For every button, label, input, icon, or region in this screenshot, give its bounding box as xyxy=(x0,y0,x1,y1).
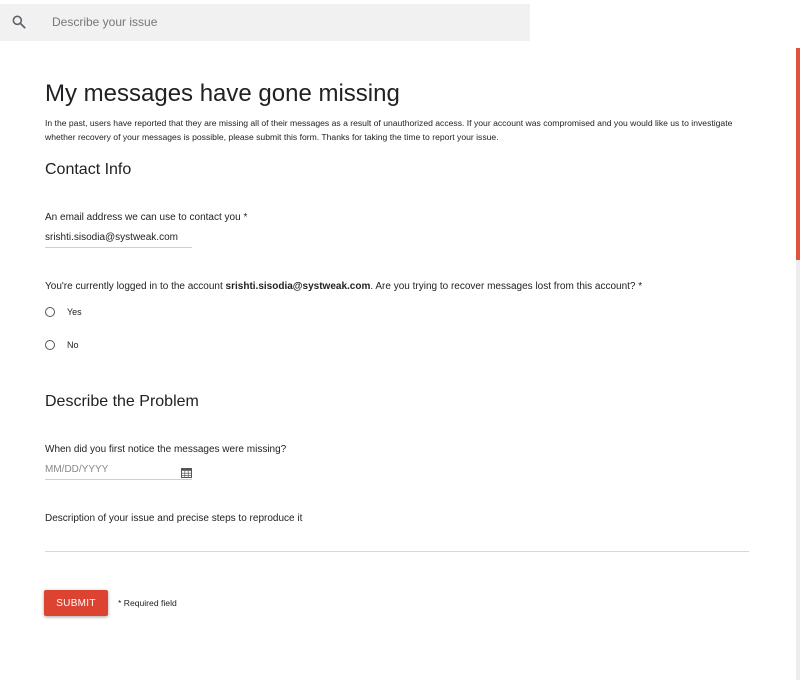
description-label: Description of your issue and precise st… xyxy=(45,513,303,524)
date-field[interactable] xyxy=(45,464,192,480)
radio-button-yes[interactable] xyxy=(45,307,55,317)
calendar-icon[interactable] xyxy=(181,468,192,478)
email-field[interactable] xyxy=(45,232,192,248)
section-title-contact-info: Contact Info xyxy=(45,161,132,178)
account-question: You're currently logged in to the accoun… xyxy=(45,281,642,292)
description-field[interactable] xyxy=(45,535,749,552)
radio-option-yes[interactable]: Yes xyxy=(45,307,82,317)
radio-button-no[interactable] xyxy=(45,340,55,350)
search-bar xyxy=(0,4,530,41)
intro-text: In the past, users have reported that th… xyxy=(45,118,733,142)
account-question-prefix: You're currently logged in to the accoun… xyxy=(45,281,226,292)
radio-label-no: No xyxy=(67,340,79,350)
radio-option-no[interactable]: No xyxy=(45,340,79,350)
submit-button[interactable]: SUBMIT xyxy=(44,590,108,616)
search-input[interactable] xyxy=(52,12,512,32)
date-label: When did you first notice the messages w… xyxy=(45,444,287,455)
page-title: My messages have gone missing xyxy=(45,80,400,107)
account-email: srishti.sisodia@systweak.com xyxy=(225,281,371,292)
account-question-suffix: . Are you trying to recover messages los… xyxy=(370,281,643,292)
scrollbar-track[interactable] xyxy=(796,260,800,680)
section-title-describe-problem: Describe the Problem xyxy=(45,393,199,410)
search-icon xyxy=(12,15,26,29)
email-label: An email address we can use to contact y… xyxy=(45,212,248,223)
required-field-note: * Required field xyxy=(118,598,177,608)
scrollbar-thumb[interactable] xyxy=(796,48,800,260)
radio-label-yes: Yes xyxy=(67,307,82,317)
